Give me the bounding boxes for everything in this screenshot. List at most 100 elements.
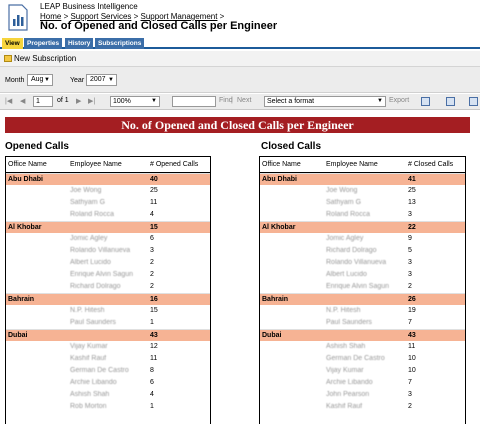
closed-calls-title: Closed Calls (261, 141, 322, 152)
export-format-select[interactable]: Select a format ▼ (264, 96, 386, 107)
employee-name: Rolando Villanueva (326, 259, 387, 266)
employee-name: Jomic Agley (326, 235, 364, 242)
column-header: Office Name (262, 161, 301, 168)
office-group-row: Abu Dhabi 41 (260, 173, 465, 185)
call-count: 4 (150, 391, 154, 398)
opened-calls-title: Opened Calls (5, 141, 69, 152)
employee-name: N.P. Hitesh (326, 307, 361, 314)
employee-name: Rolando Villanueva (70, 247, 131, 254)
office-group-row: Al Khobar 15 (6, 221, 210, 233)
find-input[interactable] (172, 96, 216, 107)
table-row: Archie Libando 6 (6, 377, 210, 389)
table-row: Jomic Agley 6 (6, 233, 210, 245)
employee-name: Paul Saunders (70, 319, 116, 326)
employee-name: Archie Libando (70, 379, 117, 386)
office-group-row: Bahrain 16 (6, 293, 210, 305)
table-row: Rolando Villanueva 3 (6, 245, 210, 257)
office-group-row: Al Khobar 22 (260, 221, 465, 233)
toolbar-divider: | (231, 97, 233, 104)
call-count: 8 (150, 367, 154, 374)
print-icon[interactable] (446, 97, 455, 106)
zoom-select[interactable]: 100% ▼ (110, 96, 160, 107)
employee-name: German De Castro (326, 355, 385, 362)
office-name: Abu Dhabi (8, 176, 43, 183)
table-row: Albert Lucido 2 (6, 257, 210, 269)
office-name: Dubai (262, 332, 282, 339)
office-total: 43 (408, 332, 416, 339)
call-count: 1 (150, 403, 154, 410)
report-toolbar: |◀ ◀ 1 of 1 ▶ ▶| 100% ▼ Find | Next Selec… (0, 94, 480, 110)
page-number-input[interactable]: 1 (33, 96, 53, 107)
call-count: 11 (150, 199, 158, 206)
employee-name: Archie Libando (326, 379, 373, 386)
report-body: No. of Opened and Closed Calls per Engin… (0, 111, 480, 424)
table-row: Kashif Rauf 2 (260, 401, 465, 413)
table-row: Richard Dolrago 2 (6, 281, 210, 293)
refresh-icon[interactable] (421, 97, 430, 106)
call-count: 15 (150, 307, 158, 314)
employee-name: Jomic Agley (70, 235, 108, 242)
month-select[interactable]: Aug ▼ (27, 74, 53, 86)
employee-name: Albert Lucido (326, 271, 367, 278)
table-row: Kashif Rauf 11 (6, 353, 210, 365)
employee-name: John Pearson (326, 391, 370, 398)
employee-name: Joe Wong (70, 187, 102, 194)
previous-page-icon[interactable]: ◀ (20, 97, 25, 105)
next-page-icon[interactable]: ▶ (76, 97, 81, 105)
office-group-row: Dubai 43 (6, 329, 210, 341)
table-row: Rolando Villanueva 3 (260, 257, 465, 269)
find-next-link[interactable]: Next (237, 97, 251, 104)
office-total: 40 (150, 176, 158, 183)
page-count: of 1 (57, 97, 69, 104)
new-subscription-button[interactable]: New Subscription (4, 54, 76, 63)
call-count: 19 (408, 307, 416, 314)
call-count: 10 (408, 355, 416, 362)
table-row: Vijay Kumar 10 (260, 365, 465, 377)
call-count: 6 (150, 379, 154, 386)
call-count: 2 (408, 283, 412, 290)
table-row: Vijay Kumar 12 (6, 341, 210, 353)
call-count: 7 (408, 319, 412, 326)
call-count: 3 (408, 259, 412, 266)
report-header: LEAP Business Intelligence Home > Suppor… (0, 0, 480, 37)
month-value: Aug (31, 76, 44, 83)
employee-name: Ashish Shah (326, 343, 366, 350)
table-row: N.P. Hitesh 19 (260, 305, 465, 317)
chevron-down-icon: ▼ (151, 98, 157, 104)
feed-icon[interactable] (469, 97, 478, 106)
employee-name: Kashif Rauf (326, 403, 363, 410)
column-header: Employee Name (70, 161, 122, 168)
table-row: Joe Wong 25 (6, 185, 210, 197)
employee-name: Rob Morton (70, 403, 107, 410)
tab-history[interactable]: History (65, 38, 94, 49)
last-page-icon[interactable]: ▶| (88, 97, 95, 105)
employee-name: Vijay Kumar (70, 343, 108, 350)
table-row: Jomic Agley 9 (260, 233, 465, 245)
first-page-icon[interactable]: |◀ (5, 97, 12, 105)
export-format-value: Select a format (267, 98, 315, 105)
table-row: Rob Morton 1 (6, 401, 210, 413)
employee-name: N.P. Hitesh (70, 307, 105, 314)
tab-view[interactable]: View (2, 38, 23, 49)
tab-properties[interactable]: Properties (24, 38, 63, 49)
employee-name: Richard Dolrago (326, 247, 377, 254)
call-count: 3 (408, 271, 412, 278)
call-count: 2 (150, 271, 154, 278)
employee-name: Roland Rocca (326, 211, 370, 218)
export-link[interactable]: Export (389, 97, 409, 104)
table-row: Joe Wong 25 (260, 185, 465, 197)
opened-calls-table: Office Name Employee Name # Opened Calls Ab… (5, 156, 211, 424)
closed-calls-table: Office Name Employee Name # Closed Calls Ab… (259, 156, 466, 424)
tab-subscriptions[interactable]: Subscriptions (95, 38, 145, 49)
table-row: Enrique Alvin Sagun 2 (260, 281, 465, 293)
call-count: 1 (150, 319, 154, 326)
call-count: 11 (408, 343, 416, 350)
year-select[interactable]: 2007 ▼ (86, 74, 117, 86)
office-name: Bahrain (8, 296, 35, 303)
call-count: 6 (150, 235, 154, 242)
call-count: 7 (408, 379, 412, 386)
call-count: 10 (408, 367, 416, 374)
app-name: LEAP Business Intelligence (40, 2, 138, 11)
office-total: 43 (150, 332, 158, 339)
new-subscription-label: New Subscription (14, 54, 77, 63)
